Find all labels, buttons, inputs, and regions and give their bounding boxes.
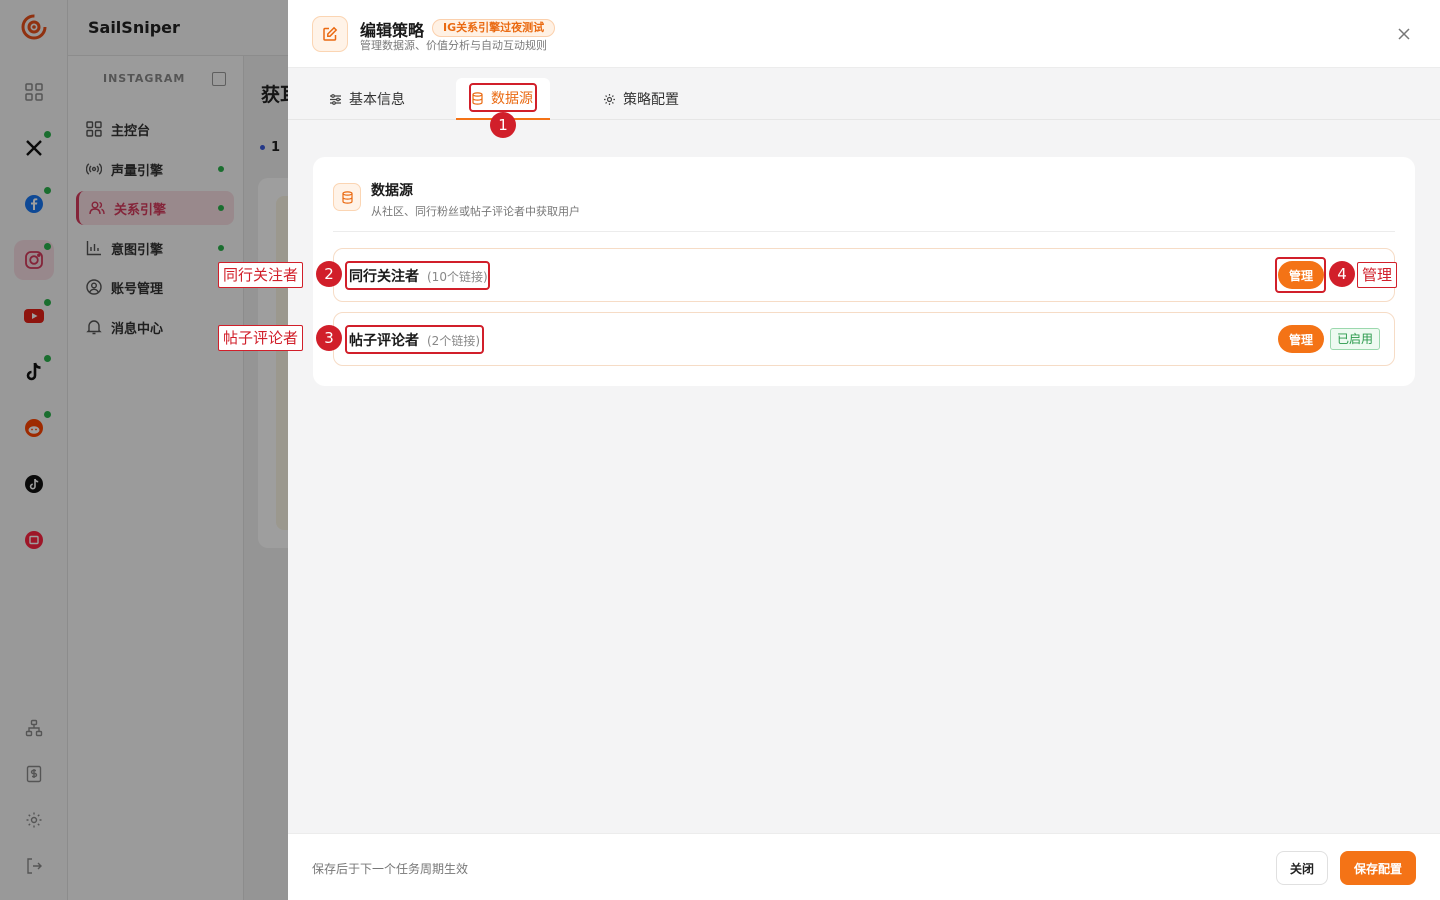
drawer-header: 编辑策略 IG关系引擎过夜测试 管理数据源、价值分析与自动互动规则: [288, 0, 1440, 68]
source-row-peer-followers: 同行关注者 (10个链接) 管理: [333, 248, 1395, 302]
sliders-icon: [328, 92, 342, 106]
gear-icon: [602, 92, 616, 106]
tab-label: 基本信息: [349, 92, 405, 108]
annotation-box: [345, 261, 490, 290]
annotation-number: 4: [1329, 261, 1355, 287]
edit-strategy-drawer: 编辑策略 IG关系引擎过夜测试 管理数据源、价值分析与自动互动规则 基本信息 数…: [288, 0, 1440, 900]
strategy-name-badge: IG关系引擎过夜测试: [432, 19, 556, 37]
annotation-number: 3: [316, 325, 342, 351]
panel-subtitle: 从社区、同行粉丝或帖子评论者中获取用户: [371, 205, 580, 218]
annotation-label: 帖子评论者: [218, 325, 304, 351]
footer-note: 保存后于下一个任务周期生效: [312, 862, 469, 876]
annotation-box: [345, 325, 484, 354]
manage-button[interactable]: 管理: [1278, 325, 1325, 353]
annotation-label: 同行关注者: [218, 262, 304, 288]
database-icon: [333, 183, 361, 211]
source-row-post-commenters: 帖子评论者 (2个链接) 管理 已启用: [333, 312, 1395, 366]
edit-icon: [312, 16, 348, 52]
tab-label: 策略配置: [623, 92, 679, 108]
drawer-subtitle: 管理数据源、价值分析与自动互动规则: [360, 39, 547, 52]
close-icon[interactable]: [1392, 22, 1416, 46]
annotation-box: [469, 83, 537, 112]
tab-strategy-config[interactable]: 策略配置: [588, 78, 693, 120]
annotation-box: [1275, 257, 1326, 293]
save-config-button[interactable]: 保存配置: [1340, 851, 1416, 885]
annotation-number: 2: [316, 261, 342, 287]
tab-basic-info[interactable]: 基本信息: [314, 78, 419, 120]
panel-title: 数据源: [371, 183, 413, 199]
annotation-label: 管理: [1357, 262, 1398, 288]
close-button[interactable]: 关闭: [1276, 851, 1328, 885]
annotation-number: 1: [490, 112, 516, 138]
divider: [333, 231, 1395, 232]
drawer-footer: 保存后于下一个任务周期生效 关闭 保存配置: [288, 833, 1440, 900]
status-badge: 已启用: [1330, 328, 1381, 350]
drawer-tabs: 基本信息 数据源 策略配置: [288, 68, 1440, 120]
